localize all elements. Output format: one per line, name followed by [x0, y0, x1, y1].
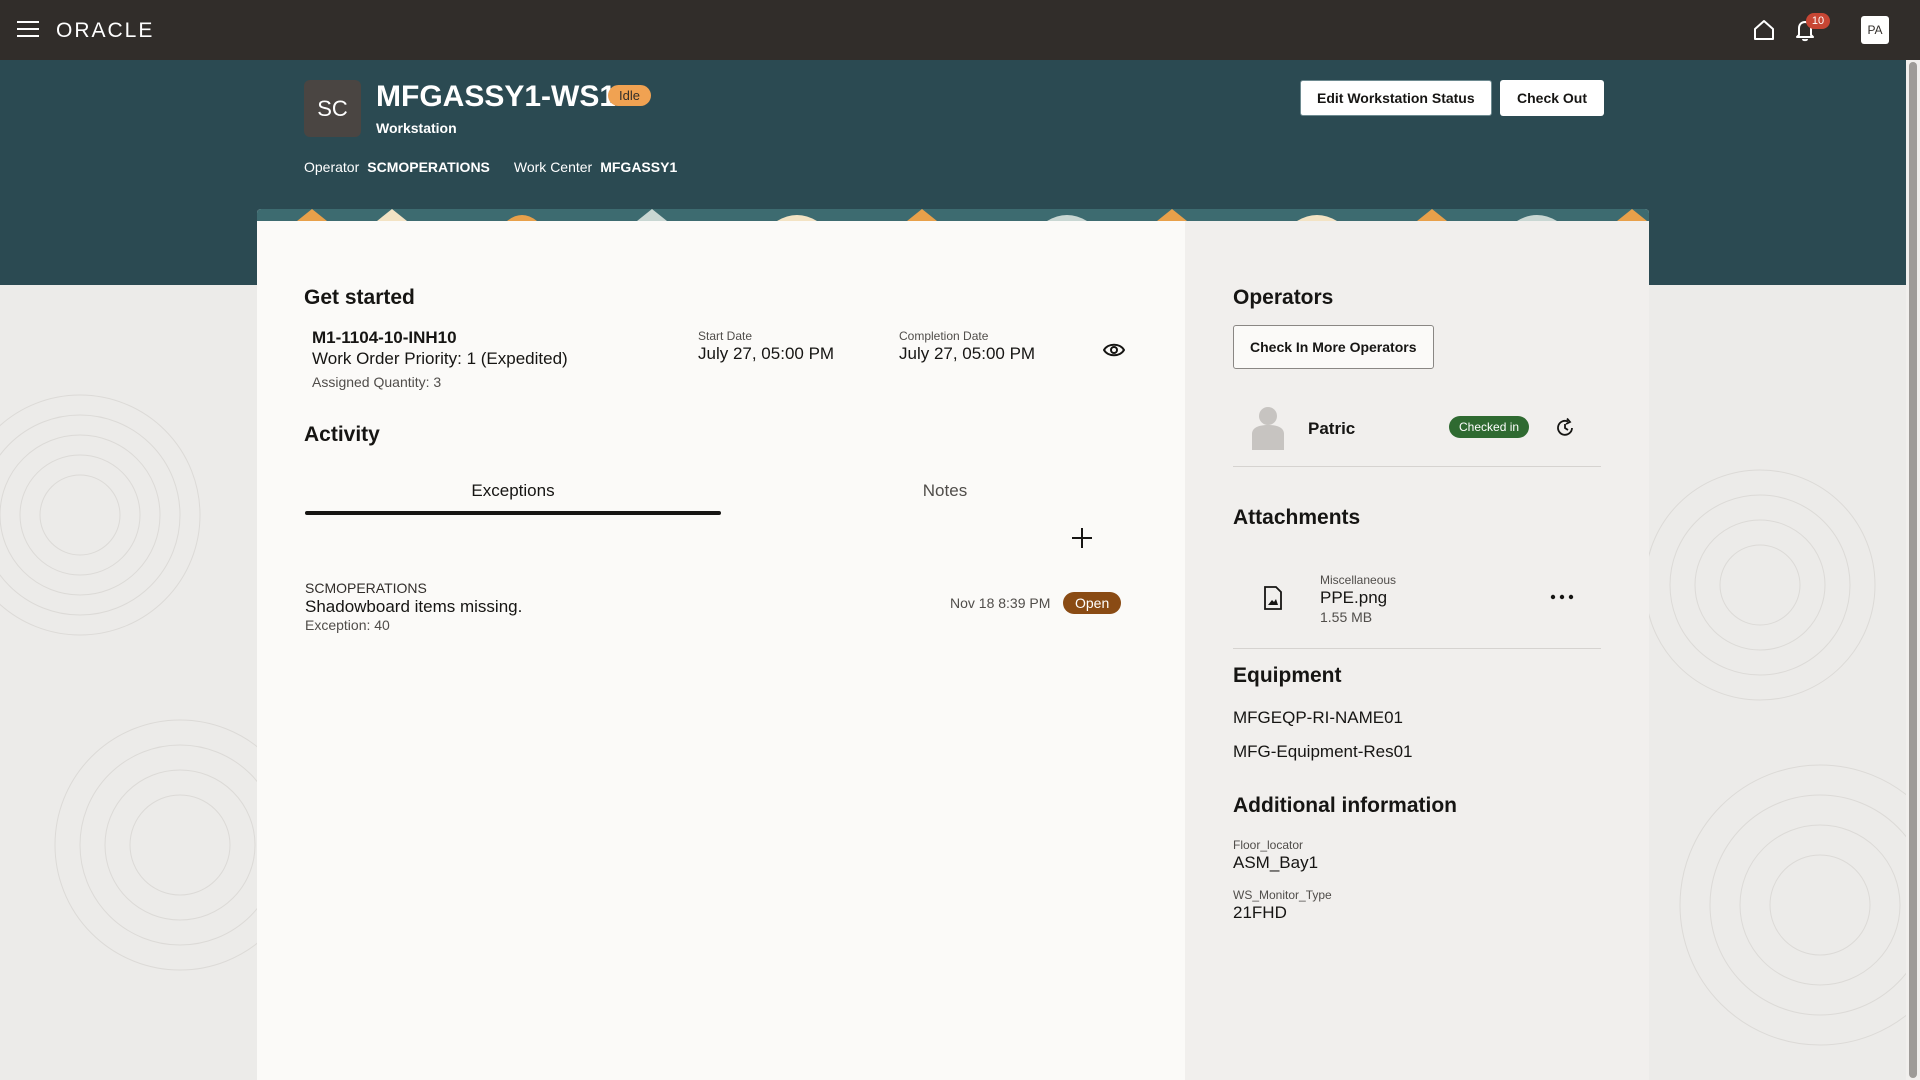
ws-monitor-type-label: WS_Monitor_Type: [1233, 888, 1332, 902]
exception-date: Nov 18 8:39 PM: [950, 595, 1051, 611]
work-center-label: Work Center: [513, 159, 593, 175]
more-options-icon[interactable]: [1549, 587, 1575, 607]
workstation-avatar: SC: [304, 80, 361, 137]
attachment-category: Miscellaneous: [1320, 573, 1397, 587]
operator-checked-in-badge: Checked in: [1449, 416, 1530, 438]
edit-workstation-status-button[interactable]: Edit Workstation Status: [1300, 80, 1492, 116]
tab-exceptions[interactable]: Exceptions: [305, 481, 721, 501]
attachment-size: 1.55 MB: [1320, 609, 1373, 625]
attachments-divider: [1233, 648, 1601, 649]
activity-title: Activity: [304, 423, 380, 446]
work-center-value: MFGASSY1: [600, 159, 678, 175]
workstation-card: Get started M1-1104-10-INH10 Work Order …: [257, 209, 1649, 1080]
file-icon: [1264, 586, 1282, 610]
exception-message: Shadowboard items missing.: [305, 597, 523, 616]
equipment-title: Equipment: [1233, 664, 1342, 687]
completion-date-label: Completion Date: [899, 329, 989, 343]
workstation-subtitle: Workstation: [376, 120, 457, 136]
attachments-title: Attachments: [1233, 506, 1361, 529]
workstation-title: MFGASSY1-WS1: [376, 80, 617, 113]
user-avatar[interactable]: PA: [1861, 16, 1889, 44]
exception-user: SCMOPERATIONS: [305, 580, 427, 596]
work-order-priority: Work Order Priority: 1 (Expedited): [312, 349, 568, 368]
oracle-logo: ORACLE: [56, 19, 155, 42]
tab-notes[interactable]: Notes: [737, 481, 1153, 501]
add-exception-plus-icon[interactable]: [1070, 526, 1094, 550]
active-tab-indicator: [305, 511, 721, 515]
work-order-number[interactable]: M1-1104-10-INH10: [312, 328, 457, 348]
operator-avatar-icon: [1252, 407, 1284, 450]
check-in-more-operators-button[interactable]: Check In More Operators: [1233, 325, 1434, 369]
operator-label: Operator: [304, 159, 360, 175]
floor-locator-label: Floor_locator: [1233, 838, 1304, 852]
operators-divider: [1233, 466, 1601, 467]
operators-title: Operators: [1233, 286, 1334, 309]
get-started-title: Get started: [304, 286, 415, 309]
operator-history-icon[interactable]: [1554, 417, 1576, 439]
additional-information-title: Additional information: [1233, 794, 1457, 817]
decorative-banner-strip: [257, 209, 1649, 221]
check-out-button[interactable]: Check Out: [1500, 80, 1605, 116]
top-navigation-bar: ORACLE: [0, 0, 1920, 60]
home-icon[interactable]: [1752, 18, 1776, 42]
operator-name: Patric: [1308, 419, 1356, 438]
exception-number: Exception: 40: [305, 617, 390, 633]
notification-count-badge: 10: [1806, 13, 1830, 29]
menu-icon[interactable]: [17, 21, 39, 39]
assigned-quantity: Assigned Quantity: 3: [312, 374, 442, 390]
workstation-status-badge: Idle: [608, 85, 651, 106]
exception-status-badge: Open: [1063, 592, 1122, 614]
completion-date-value: July 27, 05:00 PM: [899, 344, 1036, 363]
ws-monitor-type-value: 21FHD: [1233, 903, 1287, 922]
workstation-meta: Operator SCMOPERATIONS Work Center MFGASSY…: [304, 159, 677, 175]
scrollbar-thumb[interactable]: [1909, 62, 1917, 1078]
view-eye-icon[interactable]: [1103, 341, 1125, 359]
attachment-name[interactable]: PPE.png: [1320, 588, 1387, 608]
operator-value: SCMOPERATIONS: [367, 159, 490, 175]
equipment-item: MFG-Equipment-Res01: [1233, 742, 1413, 761]
page-scrollbar[interactable]: [1906, 60, 1920, 1080]
start-date-value: July 27, 05:00 PM: [698, 344, 835, 363]
start-date-label: Start Date: [698, 329, 753, 343]
floor-locator-value: ASM_Bay1: [1233, 853, 1319, 872]
equipment-item: MFGEQP-RI-NAME01: [1233, 708, 1404, 727]
